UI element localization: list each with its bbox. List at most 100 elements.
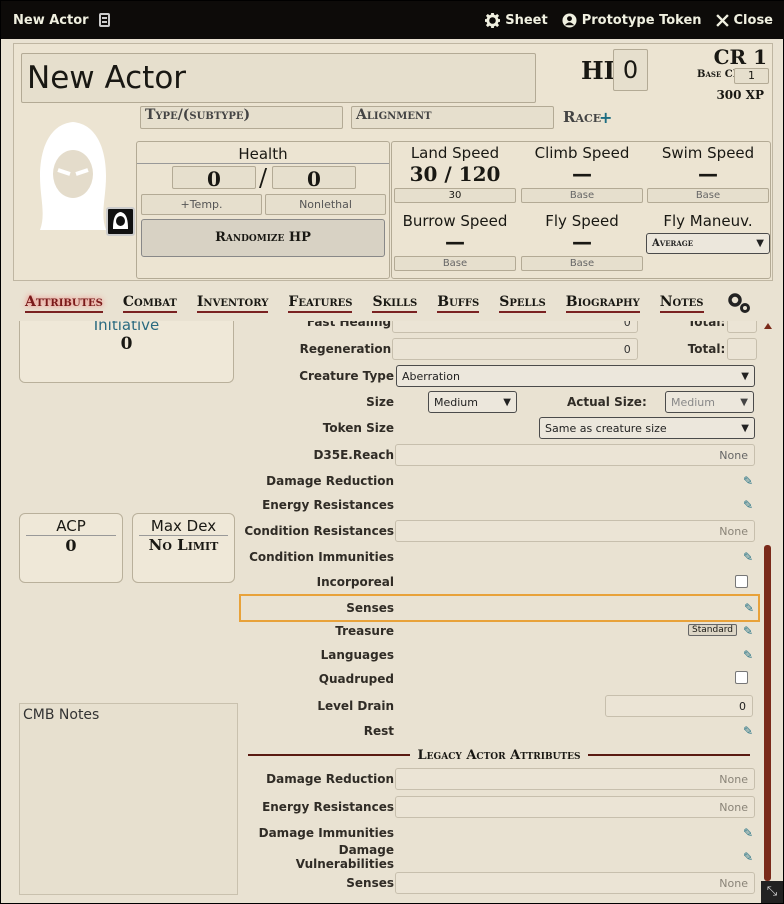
gears-icon[interactable] — [726, 291, 752, 315]
xp-value: 300 XP — [716, 88, 764, 102]
treasure-badge[interactable]: Standard — [688, 624, 737, 636]
fast-healing-total-input[interactable] — [727, 321, 757, 333]
swim-speed-base-input[interactable]: Base — [647, 188, 769, 203]
legacy-damage-reduction-input[interactable]: None — [395, 768, 755, 790]
actor-name-input[interactable]: New Actor — [21, 53, 536, 103]
tab-spells[interactable]: Spells — [499, 294, 546, 313]
attributes-content[interactable]: Initiative 0 ACP 0 Max Dex No Limit CMB … — [13, 321, 773, 895]
temp-hp-input[interactable]: +Temp. — [141, 194, 262, 215]
tab-inventory[interactable]: Inventory — [196, 294, 269, 313]
edit-icon[interactable]: ✎ — [744, 601, 754, 615]
fast-healing-row: Fast Healing 0 Total: — [241, 321, 757, 334]
edit-icon[interactable]: ✎ — [743, 498, 753, 512]
scrollbar-track[interactable] — [763, 323, 773, 883]
token-size-value: Same as creature size — [545, 421, 667, 435]
energy-resistances-row: Energy Resistances ✎ — [241, 493, 757, 517]
creature-type-select[interactable]: Aberration ▼ — [396, 365, 755, 387]
regeneration-total-input[interactable] — [727, 338, 757, 360]
tab-attributes[interactable]: Attributes — [25, 294, 103, 313]
nonlethal-input[interactable]: Nonlethal — [265, 194, 386, 215]
rest-label: Rest — [363, 724, 394, 738]
race-label: Race — [563, 108, 602, 126]
tab-biography[interactable]: Biography — [565, 294, 640, 313]
scroll-up-arrow[interactable] — [764, 323, 772, 329]
legacy-damage-reduction-label: Damage Reduction — [266, 772, 394, 786]
edit-icon[interactable]: ✎ — [743, 724, 753, 738]
hp-max-input[interactable]: 0 — [272, 166, 356, 191]
chevron-down-icon: ▼ — [503, 396, 511, 408]
edit-icon[interactable]: ✎ — [743, 826, 753, 840]
add-race-button[interactable]: + — [599, 108, 612, 127]
languages-label: Languages — [320, 648, 394, 662]
edit-icon[interactable]: ✎ — [743, 474, 753, 488]
close-icon — [715, 13, 729, 27]
prototype-token-label: Prototype Token — [581, 12, 702, 28]
hp-current-input[interactable]: 0 — [172, 166, 256, 191]
tab-skills[interactable]: Skills — [372, 294, 418, 313]
token-image[interactable] — [106, 207, 135, 236]
burrow-speed-base-input[interactable]: Base — [394, 256, 516, 271]
type-input[interactable]: Type/(subtype) — [140, 106, 343, 129]
tab-buffs[interactable]: Buffs — [437, 294, 480, 313]
token-size-row: Token Size Same as creature size ▼ — [241, 416, 757, 440]
randomize-hp-button[interactable]: Randomize HP — [141, 219, 385, 257]
scrollbar-thumb[interactable] — [764, 545, 771, 881]
edit-icon[interactable]: ✎ — [743, 624, 753, 638]
size-select[interactable]: Medium ▼ — [428, 391, 517, 413]
cmb-notes-textarea[interactable]: CMB Notes — [19, 703, 238, 895]
tab-features[interactable]: Features — [288, 294, 353, 313]
alignment-input[interactable]: Alignment — [351, 106, 554, 129]
tab-notes[interactable]: Notes — [659, 294, 704, 313]
climb-speed-base-input[interactable]: Base — [521, 188, 643, 203]
energy-resistances-label: Energy Resistances — [262, 498, 394, 512]
document-id-icon[interactable] — [98, 13, 110, 27]
land-speed-label: Land Speed — [410, 144, 500, 162]
close-button[interactable]: Close — [715, 13, 773, 28]
level-drain-row: Level Drain 0 — [241, 694, 757, 718]
title-bar: New Actor Sheet Prototype Token Close — [1, 1, 784, 39]
hp-separator: / — [259, 164, 268, 192]
divider — [588, 754, 750, 756]
actual-size-select[interactable]: Medium ▼ — [665, 391, 754, 413]
fast-healing-input[interactable]: 0 — [392, 321, 638, 333]
resize-handle-icon[interactable]: ⤡ — [761, 881, 783, 903]
burrow-speed-value: — — [445, 230, 465, 254]
treasure-row: Treasure Standard ✎ — [241, 619, 757, 643]
edit-icon[interactable]: ✎ — [743, 550, 753, 564]
initiative-label: Initiative — [93, 321, 160, 334]
fly-maneuverability-select[interactable]: Average ▼ — [646, 233, 770, 254]
fly-speed-label: Fly Speed — [545, 212, 619, 230]
health-panel: Health 0 / 0 +Temp. Nonlethal Randomize … — [136, 141, 390, 279]
incorporeal-checkbox[interactable] — [735, 575, 748, 588]
senses-row-highlighted: Senses ✎ — [239, 594, 760, 622]
legacy-energy-resistances-input[interactable]: None — [395, 796, 755, 818]
regeneration-input[interactable]: 0 — [392, 338, 638, 360]
edit-icon[interactable]: ✎ — [743, 648, 753, 662]
reach-input[interactable]: None — [395, 444, 755, 466]
land-speed-base-input[interactable]: 30 — [394, 188, 516, 203]
hd-value-input[interactable]: 0 — [613, 49, 648, 91]
sheet-tabs: Attributes Combat Inventory Features Ski… — [13, 285, 773, 321]
incorporeal-label: Incorporeal — [316, 575, 394, 589]
legacy-damage-vulnerabilities-row: Damage Vulnerabilities ✎ — [241, 843, 757, 871]
reach-label: D35E.Reach — [313, 448, 394, 462]
legacy-senses-input[interactable]: None — [395, 872, 755, 894]
condition-immunities-label: Condition Immunities — [249, 550, 394, 564]
fly-speed-base-input[interactable]: Base — [521, 256, 643, 271]
level-drain-label: Level Drain — [317, 699, 394, 713]
fast-healing-label: Fast Healing — [306, 321, 392, 329]
token-size-select[interactable]: Same as creature size ▼ — [539, 417, 755, 439]
tab-combat[interactable]: Combat — [122, 294, 177, 313]
sheet-button[interactable]: Sheet — [485, 12, 548, 28]
avatar[interactable] — [28, 118, 118, 236]
health-label: Health — [137, 145, 389, 164]
level-drain-input[interactable]: 0 — [605, 695, 753, 717]
base-cr-input[interactable]: 1 — [734, 68, 769, 84]
prototype-token-button[interactable]: Prototype Token — [562, 13, 702, 28]
condition-resistances-input[interactable]: None — [395, 520, 755, 542]
alignment-placeholder: Alignment — [356, 107, 432, 123]
edit-icon[interactable]: ✎ — [743, 850, 753, 864]
regeneration-label: Regeneration — [299, 342, 392, 356]
quadruped-label: Quadruped — [318, 672, 394, 686]
quadruped-checkbox[interactable] — [735, 671, 748, 684]
